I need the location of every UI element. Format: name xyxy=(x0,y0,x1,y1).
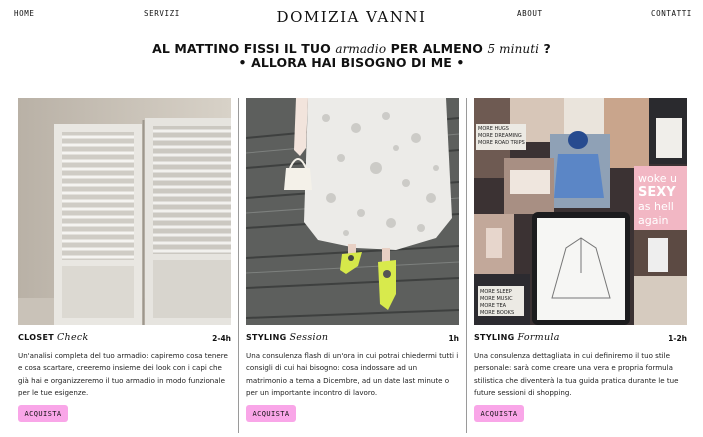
card-title-script: Session xyxy=(289,332,329,343)
sticker-1-line-3: MORE ROAD TRIPS xyxy=(478,140,525,146)
moodboard-collage-image: MORE HUGS MORE DREAMING MORE ROAD TRIPS … xyxy=(474,98,687,325)
card-title-main: STYLING xyxy=(246,333,287,342)
headline-script-minuti: 5 minuti xyxy=(487,42,540,56)
acquista-button[interactable]: ACQUISTA xyxy=(474,405,524,422)
service-card-styling-formula: MORE HUGS MORE DREAMING MORE ROAD TRIPS … xyxy=(474,98,687,437)
sticker-2-line-4: MORE BOOKS xyxy=(480,310,514,316)
card-duration: 2-4h xyxy=(212,334,231,343)
service-card-closet-check: CLOSET Check 2-4h Un'analisi completa del… xyxy=(18,98,231,437)
card-divider xyxy=(238,98,239,433)
sticker-2-line-1: MORE SLEEP xyxy=(480,289,512,295)
headline-script-armadio: armadio xyxy=(335,42,387,56)
card-description: Una consulenza flash di un'ora in cui po… xyxy=(246,351,459,397)
card-title: STYLING Session xyxy=(246,332,328,343)
card-title: CLOSET Check xyxy=(18,332,89,343)
nav-about-link[interactable]: ABOUT xyxy=(517,9,543,18)
card-duration: 1-2h xyxy=(668,334,687,343)
card-divider xyxy=(466,98,467,433)
card-title: STYLING Formula xyxy=(474,332,560,343)
headline-text-b: PER ALMENO xyxy=(390,41,484,56)
sticker-2-line-3: MORE TEA xyxy=(480,303,507,309)
brand-logo[interactable]: DOMIZIA VANNI xyxy=(0,8,703,26)
sticker-1-line-1: MORE HUGS xyxy=(478,126,509,132)
acquista-button[interactable]: ACQUISTA xyxy=(246,405,296,422)
card-title-script: Formula xyxy=(517,332,560,343)
headline-text-a: AL MATTINO FISSI IL TUO xyxy=(152,41,331,56)
acquista-button[interactable]: ACQUISTA xyxy=(18,405,68,422)
card-title-main: CLOSET xyxy=(18,333,54,342)
top-navigation: HOME SERVIZI DOMIZIA VANNI ABOUT CONTATT… xyxy=(0,0,703,30)
page-headline: AL MATTINO FISSI IL TUO armadio PER ALME… xyxy=(0,42,703,70)
poster-line-3: as hell xyxy=(638,200,674,213)
sticker-2-line-2: MORE MUSIC xyxy=(480,296,513,302)
card-title-main: STYLING xyxy=(474,333,515,342)
headline-line-1: AL MATTINO FISSI IL TUO armadio PER ALME… xyxy=(0,41,703,57)
lace-dress-image xyxy=(246,98,459,325)
poster-line-4: again xyxy=(638,214,669,227)
sticker-1-line-2: MORE DREAMING xyxy=(478,133,522,139)
headline-text-c: ? xyxy=(543,41,551,56)
nav-contatti-link[interactable]: CONTATTI xyxy=(651,9,692,18)
card-duration: 1h xyxy=(448,334,459,343)
card-description: Un'analisi completa del tuo armadio: cap… xyxy=(18,351,228,397)
service-card-styling-session: STYLING Session 1h Una consulenza flash d… xyxy=(246,98,459,437)
card-title-script: Check xyxy=(56,332,89,343)
poster-line-2: SEXY xyxy=(638,185,676,200)
poster-line-1: woke u xyxy=(638,172,677,185)
closet-shutters-image xyxy=(18,98,231,325)
headline-line-2: • ALLORA HAI BISOGNO DI ME • xyxy=(238,55,465,70)
card-description: Una consulenza dettagliata in cui defini… xyxy=(474,351,679,397)
